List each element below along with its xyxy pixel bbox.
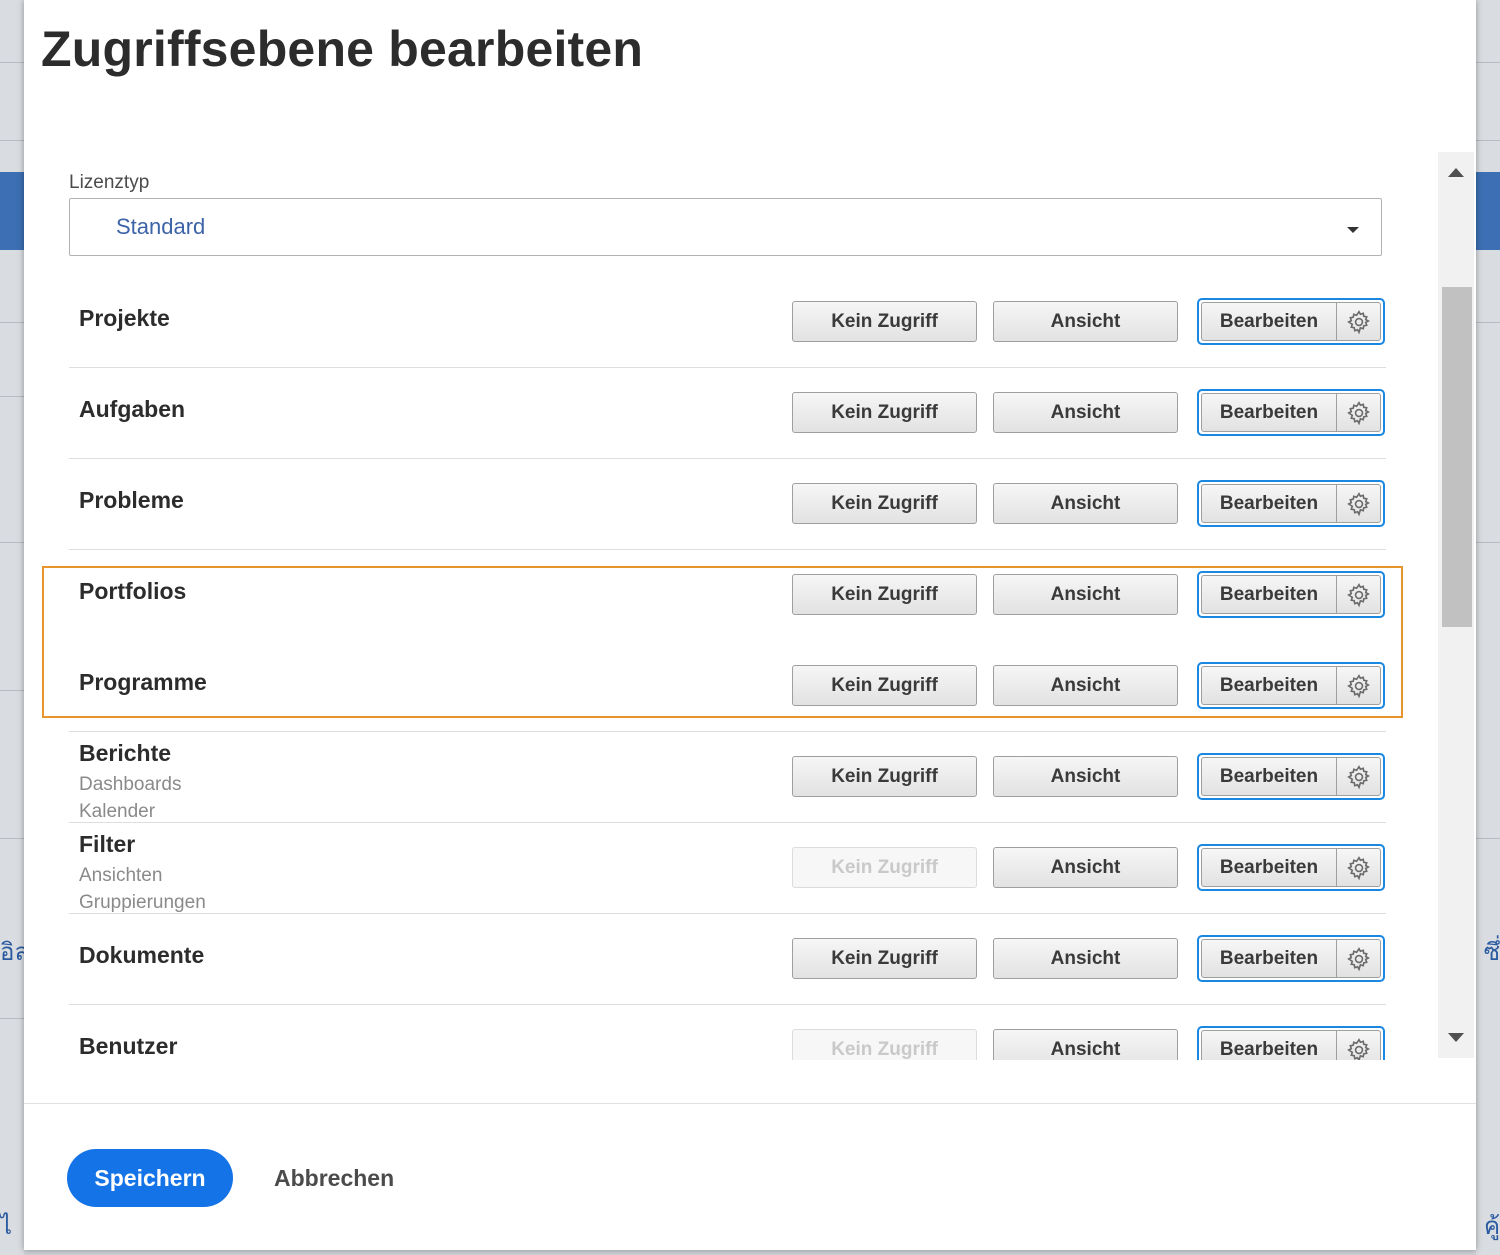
background-text: คู้ (1483, 1212, 1500, 1240)
edit-button[interactable]: Bearbeiten (1201, 575, 1337, 614)
access-row: Portfolios Kein Zugriff Ansicht Bearbeiten (69, 550, 1386, 641)
background-divider (0, 140, 24, 141)
gear-icon[interactable] (1337, 1030, 1381, 1060)
edit-button[interactable]: Bearbeiten (1201, 1030, 1337, 1060)
view-button[interactable]: Ansicht (993, 938, 1178, 979)
access-row: Programme Kein Zugriff Ansicht Bearbeiten (69, 641, 1386, 732)
access-row-label: Dokumente (79, 942, 205, 968)
license-type-value: Standard (116, 214, 206, 239)
view-button[interactable]: Ansicht (993, 756, 1178, 797)
edit-button[interactable]: Bearbeiten (1201, 939, 1337, 978)
access-row-sublabel: Dashboards (79, 774, 182, 795)
edit-access-level-dialog: Zugriffsebene bearbeiten Lizenztyp Stand… (24, 0, 1476, 1250)
background-header-band (1476, 172, 1500, 250)
no-access-button[interactable]: Kein Zugriff (792, 301, 977, 342)
background-divider (0, 62, 24, 63)
view-button[interactable]: Ansicht (993, 665, 1178, 706)
edit-button[interactable]: Bearbeiten (1201, 393, 1337, 432)
edit-button[interactable]: Bearbeiten (1201, 302, 1337, 341)
background-divider (0, 322, 24, 323)
gear-icon[interactable] (1337, 575, 1381, 614)
gear-icon[interactable] (1337, 939, 1381, 978)
background-text: ซึ่ (1483, 938, 1500, 966)
save-button[interactable]: Speichern (67, 1149, 233, 1207)
background-divider (1476, 322, 1500, 323)
access-row-label: Projekte (79, 305, 170, 331)
access-row-label: Probleme (79, 487, 184, 513)
background-divider (0, 396, 24, 397)
view-button[interactable]: Ansicht (993, 301, 1178, 342)
access-row-label: Berichte (79, 740, 172, 766)
edit-button-group: Bearbeiten (1197, 389, 1385, 436)
access-row: Dokumente Kein Zugriff Ansicht Bearbeiten (69, 914, 1386, 1005)
scroll-up-arrow-icon[interactable] (1448, 168, 1464, 177)
scroll-down-arrow-icon[interactable] (1448, 1033, 1464, 1042)
access-row: Projekte Kein Zugriff Ansicht Bearbeiten (69, 277, 1386, 368)
background-divider (1476, 838, 1500, 839)
license-type-select[interactable]: Standard (69, 198, 1382, 256)
chevron-down-icon (1347, 227, 1359, 233)
background-divider (0, 1018, 24, 1019)
gear-icon[interactable] (1337, 666, 1381, 705)
view-button[interactable]: Ansicht (993, 392, 1178, 433)
gear-icon[interactable] (1337, 302, 1381, 341)
background-divider (1476, 542, 1500, 543)
edit-button[interactable]: Bearbeiten (1201, 848, 1337, 887)
background-header-band (0, 172, 24, 250)
background-divider (1476, 62, 1500, 63)
view-button[interactable]: Ansicht (993, 574, 1178, 615)
no-access-button[interactable]: Kein Zugriff (792, 483, 977, 524)
access-row-sublabel: Gruppierungen (79, 892, 206, 913)
access-row-label: Aufgaben (79, 396, 186, 422)
edit-button-group: Bearbeiten (1197, 935, 1385, 982)
access-row-sublabel: Kalender (79, 801, 156, 822)
vertical-scrollbar[interactable] (1438, 152, 1474, 1058)
access-row: Filter Ansichten Gruppierungen Kein Zugriff… (69, 823, 1386, 914)
edit-button-group: Bearbeiten (1197, 1026, 1385, 1060)
no-access-button: Kein Zugriff (792, 847, 977, 888)
background-divider (1476, 140, 1500, 141)
access-row-label: Filter (79, 831, 136, 857)
edit-button[interactable]: Bearbeiten (1201, 666, 1337, 705)
edit-button[interactable]: Bearbeiten (1201, 757, 1337, 796)
no-access-button[interactable]: Kein Zugriff (792, 756, 977, 797)
access-row-label: Programme (79, 669, 207, 695)
no-access-button[interactable]: Kein Zugriff (792, 392, 977, 433)
no-access-button[interactable]: Kein Zugriff (792, 665, 977, 706)
background-divider (0, 542, 24, 543)
background-divider (0, 838, 24, 839)
cancel-button[interactable]: Abbrechen (274, 1160, 394, 1196)
edit-button[interactable]: Bearbeiten (1201, 484, 1337, 523)
view-button[interactable]: Ansicht (993, 847, 1178, 888)
background-divider (0, 690, 24, 691)
gear-icon[interactable] (1337, 757, 1381, 796)
gear-icon[interactable] (1337, 484, 1381, 523)
dialog-scroll-content[interactable]: Lizenztyp Standard Projekte Kein Zugriff A… (24, 152, 1476, 1060)
background-text: ไ (0, 1212, 13, 1240)
edit-button-group: Bearbeiten (1197, 753, 1385, 800)
view-button[interactable]: Ansicht (993, 483, 1178, 524)
access-row-sublabel: Ansichten (79, 865, 163, 886)
edit-button-group: Bearbeiten (1197, 844, 1385, 891)
gear-icon[interactable] (1337, 848, 1381, 887)
no-access-button: Kein Zugriff (792, 1029, 977, 1060)
dialog-title: Zugriffsebene bearbeiten (41, 21, 644, 77)
access-row-label: Benutzer (79, 1033, 178, 1059)
view-button[interactable]: Ansicht (993, 1029, 1178, 1060)
access-row: Aufgaben Kein Zugriff Ansicht Bearbeiten (69, 368, 1386, 459)
edit-button-group: Bearbeiten (1197, 571, 1385, 618)
no-access-button[interactable]: Kein Zugriff (792, 574, 977, 615)
footer-divider (24, 1103, 1476, 1104)
edit-button-group: Bearbeiten (1197, 480, 1385, 527)
license-type-label: Lizenztyp (69, 172, 150, 193)
no-access-button[interactable]: Kein Zugriff (792, 938, 977, 979)
access-row: Berichte Dashboards Kalender Kein Zugriff An… (69, 732, 1386, 823)
gear-icon[interactable] (1337, 393, 1381, 432)
scrollbar-thumb[interactable] (1442, 287, 1472, 627)
access-row-label: Portfolios (79, 578, 187, 604)
access-row: Probleme Kein Zugriff Ansicht Bearbeiten (69, 459, 1386, 550)
access-row: Benutzer Kein Zugriff Ansicht Bearbeiten (69, 1005, 1386, 1060)
edit-button-group: Bearbeiten (1197, 662, 1385, 709)
edit-button-group: Bearbeiten (1197, 298, 1385, 345)
